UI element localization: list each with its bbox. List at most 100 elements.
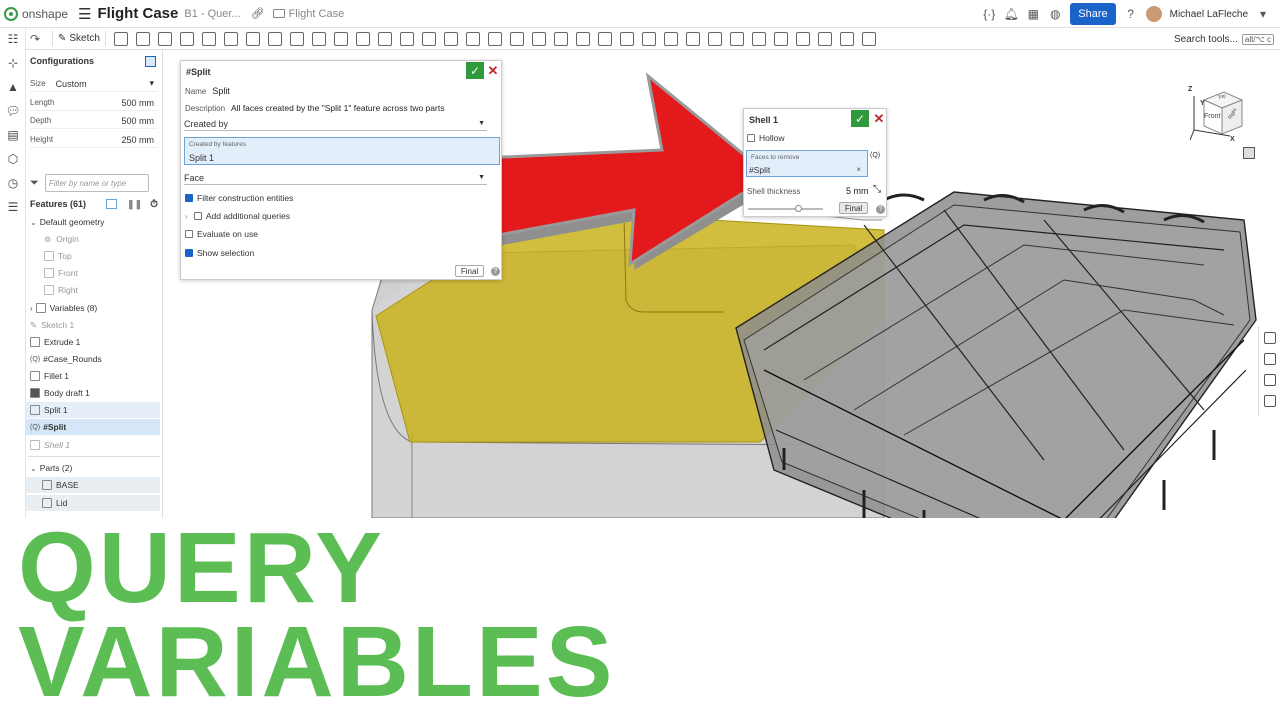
- onshape-logo[interactable]: onshape: [4, 6, 68, 21]
- link-icon[interactable]: 🔗︎: [251, 7, 265, 20]
- menu-icon[interactable]: ☰: [78, 5, 91, 23]
- tree-item-split-query[interactable]: (Q) #Split: [26, 419, 160, 435]
- loft-icon[interactable]: [179, 31, 194, 46]
- sketch-button[interactable]: ✎ Sketch: [52, 31, 106, 46]
- history-icon[interactable]: ◷: [6, 176, 20, 190]
- grid-icon[interactable]: ▦: [1026, 7, 1040, 21]
- appearance-panel-icon[interactable]: [1264, 374, 1276, 386]
- part-item-lid[interactable]: Lid: [26, 495, 160, 511]
- config-param-value[interactable]: 500 mm: [121, 98, 154, 108]
- help-icon[interactable]: ?: [491, 267, 500, 276]
- surface-icon[interactable]: [773, 31, 788, 46]
- slider-handle[interactable]: [795, 205, 802, 212]
- notes-icon[interactable]: ▤: [6, 128, 20, 142]
- chevron-right-icon[interactable]: ›: [30, 304, 33, 313]
- filter-input[interactable]: Filter by name or type: [44, 174, 149, 192]
- frame-icon[interactable]: [729, 31, 744, 46]
- sweep-icon[interactable]: [157, 31, 172, 46]
- mass-properties-icon[interactable]: [1264, 353, 1276, 365]
- tree-item-variables[interactable]: › Variables (8): [30, 300, 164, 316]
- offset-surface-icon[interactable]: [531, 31, 546, 46]
- config-param-value[interactable]: 250 mm: [121, 135, 154, 145]
- tree-item-fillet[interactable]: Fillet 1: [30, 368, 164, 384]
- remove-icon[interactable]: ×: [856, 165, 861, 174]
- config-size-row[interactable]: Size Custom ▾: [30, 76, 158, 92]
- user-name[interactable]: Michael LaFleche: [1170, 9, 1248, 20]
- linear-pattern-icon[interactable]: [377, 31, 392, 46]
- description-field[interactable]: All faces created by the "Split 1" featu…: [231, 103, 444, 113]
- evaluate-on-use-checkbox[interactable]: Evaluate on use: [185, 229, 258, 239]
- weldment-icon[interactable]: [751, 31, 766, 46]
- measure-icon[interactable]: [1264, 332, 1276, 344]
- hole-icon[interactable]: [355, 31, 370, 46]
- thicken-icon[interactable]: [201, 31, 216, 46]
- part-item-base[interactable]: BASE: [26, 477, 160, 493]
- tree-item-origin[interactable]: ⊚ Origin: [44, 231, 178, 247]
- pause-icon[interactable]: ❚❚: [127, 199, 142, 210]
- config-param-value[interactable]: 500 mm: [121, 116, 154, 126]
- replace-face-icon[interactable]: [575, 31, 590, 46]
- tree-item-split[interactable]: Split 1: [26, 402, 160, 418]
- stopwatch-icon[interactable]: ⏱︎: [150, 199, 158, 210]
- move-face-icon[interactable]: [553, 31, 568, 46]
- boolean-icon[interactable]: [421, 31, 436, 46]
- filter-construction-checkbox[interactable]: Filter construction entities: [185, 193, 293, 203]
- chevron-right-icon[interactable]: ›: [185, 211, 188, 221]
- tree-item-body-draft[interactable]: Body draft 1: [30, 385, 164, 401]
- comment-icon[interactable]: 💬︎: [5, 104, 20, 118]
- query-type-select[interactable]: Created by ▼: [184, 117, 487, 131]
- search-tools[interactable]: Search tools... alt/⌥ c: [1174, 30, 1274, 48]
- close-icon[interactable]: ✕: [873, 111, 885, 126]
- document-title[interactable]: Flight Case: [98, 5, 179, 22]
- redo-icon[interactable]: ↷: [30, 32, 44, 46]
- fill-icon[interactable]: [795, 31, 810, 46]
- checkbox[interactable]: [193, 212, 202, 220]
- show-selection-checkbox[interactable]: Show selection: [185, 248, 254, 258]
- hollow-checkbox[interactable]: Hollow: [747, 133, 785, 143]
- entity-type-select[interactable]: Face ▼: [184, 171, 487, 185]
- chevron-down-icon[interactable]: ▾: [1256, 7, 1270, 21]
- query-variable-icon[interactable]: (Q): [870, 152, 880, 159]
- created-by-features-field[interactable]: Created by features Split 1: [184, 137, 500, 165]
- add-folder-icon[interactable]: [106, 199, 118, 209]
- tree-item-case-rounds[interactable]: (Q) #Case_Rounds: [30, 351, 164, 367]
- delete-part-icon[interactable]: [487, 31, 502, 46]
- tree-item-default-geometry[interactable]: ⌄ Default geometry: [30, 214, 164, 230]
- helix-icon[interactable]: [641, 31, 656, 46]
- config-height-row[interactable]: Height 250 mm: [30, 132, 158, 148]
- tree-item-sketch[interactable]: ✎ Sketch 1: [30, 317, 164, 333]
- mate-icon[interactable]: ⊹: [6, 56, 20, 70]
- revolve-icon[interactable]: [135, 31, 150, 46]
- tree-item-front[interactable]: Front: [44, 265, 178, 281]
- checkbox[interactable]: [747, 134, 755, 142]
- render-icon[interactable]: ▲: [6, 80, 20, 94]
- section-icon[interactable]: [839, 31, 854, 46]
- folder-name[interactable]: Flight Case: [289, 8, 345, 20]
- extrude-icon[interactable]: [113, 31, 128, 46]
- thickness-slider[interactable]: [748, 208, 823, 210]
- tab-subtitle[interactable]: B1 - Quer...: [184, 8, 240, 20]
- chevron-down-icon[interactable]: ⌄: [30, 464, 37, 473]
- filter-icon[interactable]: ⏷: [30, 177, 39, 190]
- transform-icon[interactable]: [465, 31, 480, 46]
- accept-button[interactable]: ✓: [466, 62, 484, 79]
- sheet-metal-icon[interactable]: [685, 31, 700, 46]
- help-icon[interactable]: ?: [1124, 7, 1138, 21]
- chevron-down-icon[interactable]: ⌄: [30, 218, 37, 227]
- tag-icon[interactable]: [707, 31, 722, 46]
- tree-item-extrude[interactable]: Extrude 1: [30, 334, 164, 350]
- variable-icon[interactable]: [663, 31, 678, 46]
- tree-item-shell[interactable]: Shell 1: [30, 437, 164, 453]
- mirror-icon[interactable]: [399, 31, 414, 46]
- final-button[interactable]: Final: [839, 202, 868, 214]
- help-icon[interactable]: ?: [876, 205, 885, 214]
- chamfer-icon[interactable]: [267, 31, 282, 46]
- checkbox-checked[interactable]: [185, 194, 193, 202]
- view-cube[interactable]: Top Front Right Z Y X: [1188, 86, 1246, 144]
- tree-item-parts[interactable]: ⌄ Parts (2): [30, 460, 164, 476]
- list-icon[interactable]: ☰: [6, 200, 20, 214]
- tree-item-top[interactable]: Top: [44, 248, 178, 264]
- modify-fillet-icon[interactable]: [509, 31, 524, 46]
- code-icon[interactable]: {·}: [982, 7, 996, 21]
- view-options-icon[interactable]: [1243, 147, 1255, 159]
